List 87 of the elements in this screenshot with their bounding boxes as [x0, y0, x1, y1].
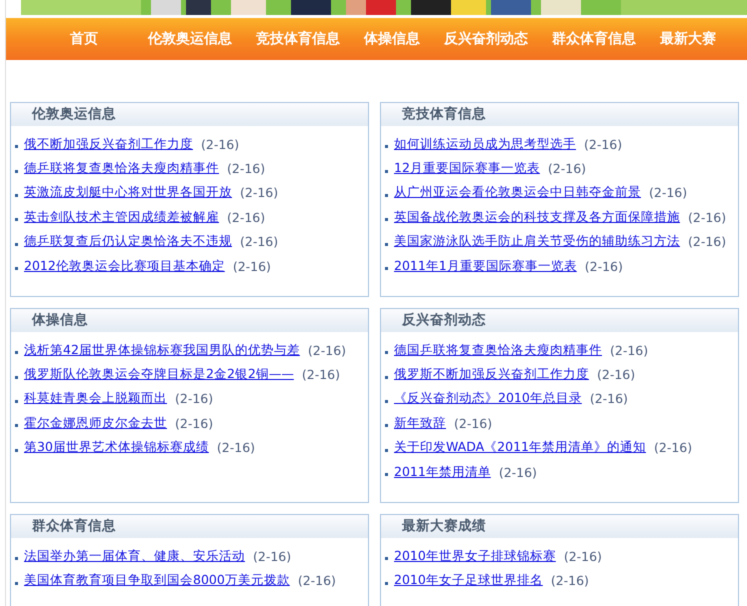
bullet-icon: [15, 170, 18, 173]
bullet-icon: [15, 145, 18, 148]
news-date: (2-16): [654, 440, 692, 456]
news-date: (2-16): [649, 185, 688, 200]
news-date: (2-16): [498, 464, 537, 480]
news-date: (2-16): [548, 161, 586, 176]
news-date: (2-16): [175, 391, 214, 406]
bullet-icon: [15, 582, 18, 585]
bullet-icon: [15, 448, 18, 452]
news-link[interactable]: 法国举办第一届体育、健康、安乐活动: [24, 548, 245, 565]
bullet-icon: [385, 473, 388, 476]
news-date: (2-16): [590, 391, 628, 406]
news-link[interactable]: 2012伦敦奥运会比赛项目基本确定: [24, 258, 225, 275]
news-link[interactable]: 德乒联将复查奥恰洛夫瘦肉精事件: [24, 160, 219, 178]
news-link[interactable]: 英国备战伦敦奥运会的科技支撑及各方面保障措施: [394, 208, 680, 226]
news-link[interactable]: 美国家游泳队选手防止肩关节受伤的辅助练习方法: [394, 233, 680, 250]
news-link[interactable]: 浅析第42届世界体操锦标赛我国男队的优势与差: [24, 342, 300, 359]
news-link[interactable]: 德乒联复查后仍认定奥恰洛夫不违规: [24, 233, 232, 250]
news-date: (2-16): [298, 573, 336, 588]
news-date: (2-16): [550, 573, 589, 588]
bullet-icon: [385, 376, 388, 379]
bullet-icon: [15, 557, 18, 560]
bullet-icon: [15, 400, 18, 403]
news-link[interactable]: 第30届世界艺术体操锦标赛成绩: [24, 439, 209, 456]
news-date: (2-16): [227, 161, 266, 176]
news-link[interactable]: 12月重要国际赛事一览表: [394, 160, 540, 178]
news-link[interactable]: 德国乒联将复查奥恰洛夫瘦肉精事件: [394, 342, 602, 359]
bullet-icon: [15, 218, 18, 222]
news-link[interactable]: 英激流皮划艇中心将对世界各国开放: [24, 184, 232, 202]
bullet-icon: [15, 242, 18, 246]
panel-title: 体操信息: [11, 309, 368, 332]
news-link[interactable]: 《反兴奋剂动态》2010年总目录: [394, 390, 582, 408]
news-date: (2-16): [253, 548, 292, 564]
news-link[interactable]: 2010年世界女子排球锦标赛: [394, 548, 556, 565]
news-link[interactable]: 俄罗斯不断加强反兴奋剂工作力度: [394, 366, 589, 384]
news-link[interactable]: 2010年女子足球世界排名: [394, 572, 543, 590]
bullet-icon: [385, 557, 388, 560]
news-date: (2-16): [688, 234, 726, 250]
news-link[interactable]: 美国体育教育项目争取到国会8000万美元拨款: [24, 572, 290, 590]
bullet-icon: [15, 267, 18, 270]
news-link[interactable]: 霍尔金娜恩师皮尔金去世: [24, 414, 167, 432]
news-link[interactable]: 新年致辞: [394, 414, 446, 432]
news-link[interactable]: 2011年禁用清单: [394, 464, 491, 481]
news-date: (2-16): [302, 367, 340, 382]
bullet-icon: [385, 582, 388, 585]
news-date: (2-16): [175, 416, 214, 431]
news-link[interactable]: 如何训练运动员成为思考型选手: [394, 136, 576, 153]
news-date: (2-16): [688, 210, 726, 225]
news-link[interactable]: 英击剑队技术主管因成绩差被解雇: [24, 208, 219, 226]
bullet-icon: [385, 351, 388, 354]
news-link[interactable]: 俄罗斯队伦敦奥运会夺牌目标是2金2银2铜——: [24, 366, 294, 384]
news-date: (2-16): [308, 342, 346, 358]
news-date: (2-16): [584, 258, 623, 274]
news-date: (2-16): [564, 548, 602, 564]
bullet-icon: [385, 400, 388, 403]
bullet-icon: [385, 170, 388, 173]
news-link[interactable]: 关于印发WADA《2011年禁用清单》的通知: [394, 439, 646, 456]
bullet-icon: [15, 424, 18, 428]
news-link[interactable]: 从广州亚运会看伦敦奥运会中日韩夺金前景: [394, 184, 641, 202]
bullet-icon: [15, 351, 18, 354]
news-date: (2-16): [240, 234, 278, 250]
news-date: (2-16): [232, 258, 271, 274]
bullet-icon: [15, 194, 18, 197]
bullet-icon: [385, 424, 388, 428]
bullet-icon: [385, 448, 388, 452]
news-date: (2-16): [584, 136, 622, 152]
bullet-icon: [385, 267, 388, 270]
panel-title: 伦敦奥运信息: [11, 103, 368, 126]
news-link[interactable]: 2011年1月重要国际赛事一览表: [394, 258, 577, 275]
news-date: (2-16): [610, 342, 648, 358]
bullet-icon: [15, 376, 18, 379]
bullet-icon: [385, 145, 388, 148]
bullet-icon: [385, 242, 388, 246]
panel-title: 最新大赛成绩: [381, 515, 738, 538]
news-link[interactable]: 科莫娃青奥会上脱颖而出: [24, 390, 167, 408]
bullet-icon: [385, 194, 388, 197]
news-date: (2-16): [454, 416, 492, 431]
news-date: (2-16): [216, 440, 256, 456]
panel-title: 反兴奋剂动态: [381, 309, 738, 332]
panel-title: 竞技体育信息: [381, 103, 738, 126]
panel-title: 群众体育信息: [11, 515, 368, 538]
news-link[interactable]: 俄不断加强反兴奋剂工作力度: [24, 136, 193, 153]
bullet-icon: [385, 218, 388, 222]
news-date: (2-16): [227, 210, 266, 225]
news-date: (2-16): [240, 185, 278, 200]
news-date: (2-16): [597, 367, 636, 382]
news-date: (2-16): [201, 136, 240, 152]
